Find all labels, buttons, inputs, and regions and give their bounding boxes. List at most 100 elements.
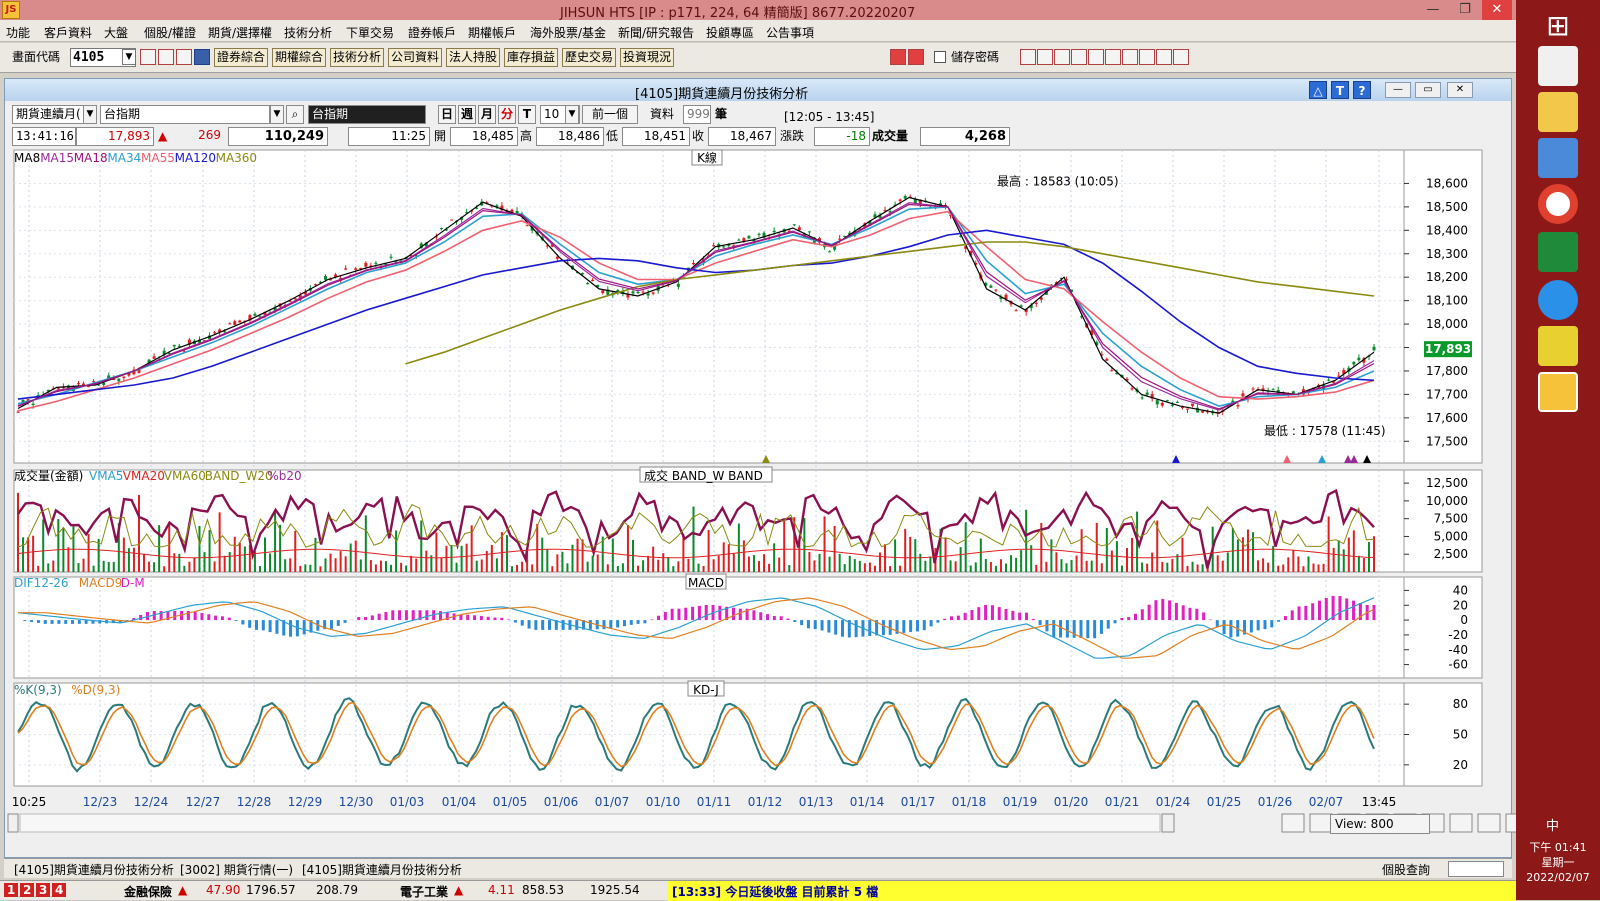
volume-bar — [340, 551, 342, 572]
tab-4105-a[interactable]: [4105]期貨連續月份技術分析 — [14, 861, 174, 878]
y-tick-label: 7,500 — [1434, 512, 1468, 526]
volume-bar — [718, 556, 720, 572]
volume-bar — [1171, 559, 1173, 572]
dm-bar — [1011, 611, 1014, 620]
chart-tool-icon[interactable] — [1506, 814, 1516, 832]
volume-bar — [813, 560, 815, 572]
tab-4105-b[interactable]: [4105]期貨連續月份技術分析 — [302, 861, 462, 878]
dm-bar — [1093, 620, 1096, 638]
dm-bar — [1059, 620, 1062, 637]
volume-bar — [884, 544, 886, 572]
volume-bar — [264, 537, 266, 572]
ticker-0-vol: 208.79 — [316, 883, 358, 897]
scroll-left-button[interactable] — [8, 814, 18, 832]
volume-bar — [733, 554, 735, 572]
candle-body — [526, 225, 529, 226]
volume-bar — [1050, 539, 1052, 572]
volume-bar — [1227, 552, 1229, 572]
chart-tool-icon[interactable] — [1450, 814, 1472, 832]
dm-bar — [943, 619, 946, 620]
x-tick-label: 12/28 — [237, 795, 272, 809]
candle-body — [57, 388, 60, 389]
folder-icon[interactable] — [1538, 92, 1578, 132]
candle-body — [1272, 389, 1275, 390]
volume-bar — [1202, 564, 1204, 572]
x-tick-label: 10:25 — [12, 795, 47, 809]
volume-bar — [1338, 540, 1340, 572]
volume-bar — [854, 559, 856, 572]
dm-bar — [480, 616, 483, 620]
jihsun-app-icon[interactable] — [1538, 372, 1578, 412]
page-1-icon[interactable]: 1 — [4, 883, 18, 897]
volume-bar — [1076, 556, 1078, 572]
dm-bar — [269, 620, 272, 632]
legend-vol-2: VMA20 — [123, 469, 165, 483]
chart-tool-icon[interactable] — [1282, 814, 1304, 832]
dm-bar — [466, 615, 469, 620]
volume-bar — [57, 519, 59, 572]
scroll-right-button[interactable] — [1162, 814, 1174, 832]
excel-icon[interactable] — [1538, 232, 1578, 272]
candle-body — [374, 263, 377, 264]
stock-query-input[interactable] — [1448, 861, 1504, 877]
candle-body — [233, 321, 236, 325]
news-ticker[interactable]: [13:33] 今日延後收盤 目前累計 5 檔 — [668, 881, 1516, 901]
legend-vol-1: VMA5 — [89, 469, 123, 483]
ime-indicator[interactable]: 中 — [1546, 815, 1559, 834]
candle-body — [1035, 303, 1038, 304]
dm-bar — [1161, 599, 1164, 620]
dm-bar — [650, 620, 653, 621]
system-clock[interactable]: 下午 01:41 星期一 2022/02/07 — [1516, 840, 1600, 885]
volume-bar — [829, 557, 831, 572]
note-icon[interactable] — [1538, 326, 1578, 366]
volume-bar — [123, 538, 125, 572]
volume-bar — [350, 544, 352, 572]
volume-bar — [22, 537, 24, 572]
volume-bar — [1247, 530, 1249, 572]
volume-bar — [67, 547, 69, 572]
volume-bar — [844, 564, 846, 572]
paint-icon[interactable] — [1538, 138, 1578, 178]
volume-bar — [299, 566, 301, 572]
page-4-icon[interactable]: 4 — [52, 883, 66, 897]
volume-bar — [824, 516, 826, 572]
y-tick-label: 10,000 — [1426, 494, 1468, 508]
dm-bar — [786, 619, 789, 620]
volume-bar — [612, 539, 614, 572]
volume-bar — [571, 545, 573, 572]
volume-bar — [950, 560, 952, 572]
app-window-icon[interactable] — [1538, 46, 1578, 86]
edge-icon[interactable] — [1538, 280, 1578, 320]
dm-bar — [950, 616, 953, 620]
candle-body — [1171, 405, 1174, 406]
x-tick-label: 01/24 — [1156, 795, 1191, 809]
ticker-bar: 1 2 3 4 金融保險 ▲ 47.90 1796.57 208.79 電子工業… — [0, 880, 1516, 900]
axis-bg-2 — [1404, 577, 1482, 678]
windows-start-icon[interactable]: ⊞ — [1538, 6, 1578, 46]
chart-tool-icon[interactable] — [1310, 814, 1332, 832]
x-tick-label: 01/14 — [850, 795, 885, 809]
y-tick-label: 5,000 — [1434, 529, 1468, 543]
dm-bar — [773, 616, 776, 620]
tab-3002[interactable]: [3002] 期貨行情(一) — [180, 861, 293, 878]
y-tick-label: 80 — [1453, 697, 1468, 711]
y-tick-label: 20 — [1453, 758, 1468, 772]
dm-bar — [1100, 620, 1103, 634]
candle-body — [631, 291, 634, 293]
chart-tool-icon[interactable] — [1478, 814, 1500, 832]
axis-bg-3 — [1404, 683, 1482, 786]
candle-body — [722, 246, 725, 247]
page-3-icon[interactable]: 3 — [36, 883, 50, 897]
dm-bar — [705, 605, 708, 620]
volume-bar — [698, 564, 700, 572]
y-tick-label: 17,800 — [1426, 364, 1468, 378]
chrome-icon[interactable] — [1538, 184, 1578, 224]
horizontal-scrollbar[interactable] — [20, 814, 1160, 832]
dm-bar — [637, 620, 640, 624]
volume-bar — [819, 554, 821, 572]
volume-bar — [209, 530, 211, 572]
page-2-icon[interactable]: 2 — [20, 883, 34, 897]
dm-bar — [194, 612, 197, 620]
volume-bar — [365, 515, 367, 572]
vol-panel-title: 成交 BAND_W BAND — [644, 468, 763, 483]
